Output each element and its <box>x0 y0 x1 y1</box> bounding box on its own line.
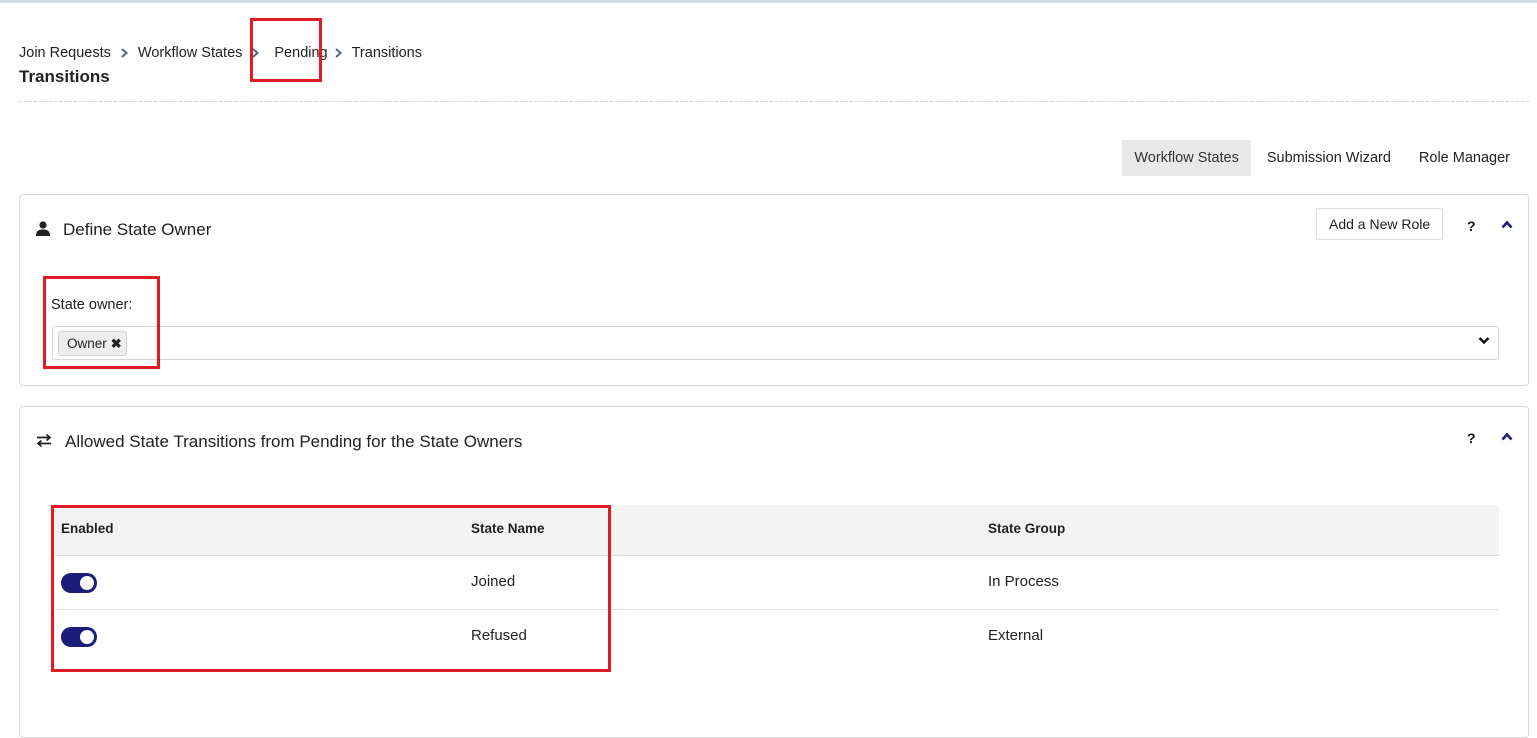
tab-workflow-states[interactable]: Workflow States <box>1122 140 1251 176</box>
tab-role-manager[interactable]: Role Manager <box>1407 140 1522 176</box>
chevron-right-icon <box>334 48 342 58</box>
chevron-right-icon <box>121 48 128 58</box>
breadcrumb-join-requests[interactable]: Join Requests <box>19 45 111 61</box>
owner-chip: Owner ✖ <box>58 331 127 356</box>
table-row: Refused External <box>55 610 1499 663</box>
table-row: Joined In Process <box>55 556 1499 610</box>
transfer-arrows-icon <box>36 434 52 447</box>
state-group-cell: External <box>988 627 1044 644</box>
breadcrumb: Join Requests Workflow States Pending Tr… <box>19 44 422 62</box>
remove-chip-icon[interactable]: ✖ <box>111 333 122 355</box>
chevron-up-icon[interactable] <box>1501 432 1513 441</box>
help-icon[interactable]: ? <box>1467 218 1476 234</box>
transitions-table: Enabled State Name State Group Joined In… <box>55 505 1499 663</box>
enabled-toggle[interactable] <box>61 573 97 593</box>
toggle-knob <box>80 576 94 590</box>
state-owner-select[interactable]: Owner ✖ <box>52 326 1499 360</box>
page-title: Transitions <box>19 67 110 86</box>
transitions-panel: Allowed State Transitions from Pending f… <box>19 406 1529 738</box>
enabled-toggle[interactable] <box>61 627 97 647</box>
breadcrumb-workflow-states[interactable]: Workflow States <box>138 45 243 61</box>
add-new-role-button[interactable]: Add a New Role <box>1316 208 1444 240</box>
state-owner-label: State owner: <box>51 297 133 313</box>
table-header: Enabled State Name State Group <box>55 505 1499 556</box>
top-border <box>0 0 1537 3</box>
nav-tabs: Workflow States Submission Wizard Role M… <box>1118 140 1522 176</box>
breadcrumb-pending[interactable]: Pending <box>274 45 327 61</box>
chevron-down-icon[interactable] <box>1478 336 1490 345</box>
column-header-state-name[interactable]: State Name <box>471 521 545 536</box>
help-icon[interactable]: ? <box>1467 430 1476 446</box>
state-group-cell: In Process <box>988 573 1059 590</box>
chip-label: Owner <box>67 335 107 351</box>
state-name-cell: Joined <box>471 573 516 590</box>
chevron-right-icon <box>252 48 260 58</box>
tab-submission-wizard[interactable]: Submission Wizard <box>1255 140 1403 176</box>
user-icon <box>36 221 50 236</box>
divider <box>19 101 1529 102</box>
state-owner-panel: Define State Owner Add a New Role ? Stat… <box>19 194 1529 386</box>
transitions-panel-title: Allowed State Transitions from Pending f… <box>65 432 523 451</box>
toggle-knob <box>80 630 94 644</box>
state-name-cell: Refused <box>471 627 527 644</box>
column-header-enabled[interactable]: Enabled <box>61 521 114 536</box>
breadcrumb-transitions: Transitions <box>351 45 422 61</box>
chevron-up-icon[interactable] <box>1501 220 1513 229</box>
column-header-state-group[interactable]: State Group <box>988 521 1065 536</box>
state-owner-panel-title: Define State Owner <box>63 220 212 239</box>
